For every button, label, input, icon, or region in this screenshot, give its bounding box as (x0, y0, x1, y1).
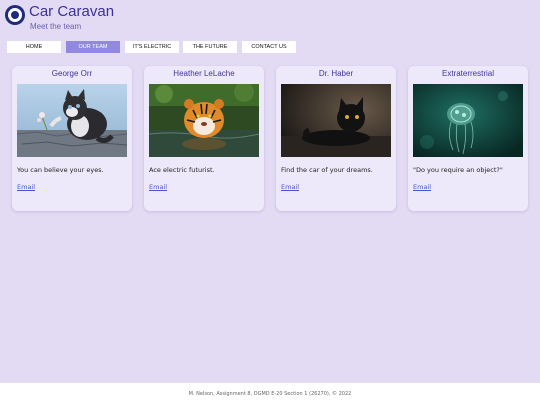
member-name: Dr. Haber (318, 69, 354, 78)
main-nav: HOME OUR TEAM IT'S ELECTRIC THE FUTURE C… (0, 41, 540, 53)
nav-its-electric[interactable]: IT'S ELECTRIC (125, 41, 179, 53)
member-name: Extraterrestrial (441, 69, 494, 78)
black-cat-photo (281, 84, 391, 157)
member-name: George Orr (51, 69, 93, 78)
team-card-heather-lelache: Heather LeLache Ace electric futurist. E… (144, 66, 264, 211)
member-quote: Ace electric futurist. (149, 166, 215, 174)
site-title: Car Caravan (29, 3, 115, 20)
team-card-dr-haber: Dr. Haber Find the car of your dreams. E… (276, 66, 396, 211)
site-footer: M. Nelson, Assignment 8, DGMD E-20 Secti… (0, 383, 540, 405)
team-card-extraterrestrial: Extraterrestrial "Do you require an obje… (408, 66, 528, 211)
nav-our-team[interactable]: OUR TEAM (66, 41, 120, 53)
jellyfish-photo (413, 84, 523, 157)
logo-icon[interactable] (5, 5, 25, 25)
team-card-george-orr: George Orr You can believe your eyes. Em… (12, 66, 132, 211)
nav-home[interactable]: HOME (7, 41, 61, 53)
email-link[interactable]: Email (281, 183, 299, 191)
kitten-photo (17, 84, 127, 157)
email-link[interactable]: Email (413, 183, 431, 191)
nav-the-future[interactable]: THE FUTURE (183, 41, 237, 53)
email-link[interactable]: Email (149, 183, 167, 191)
member-quote: "Do you require an object?" (413, 166, 503, 174)
member-quote: Find the car of your dreams. (281, 166, 373, 174)
member-name: Heather LeLache (173, 69, 235, 78)
site-subtitle: Meet the team (30, 22, 82, 31)
nav-contact-us[interactable]: CONTACT US (242, 41, 296, 53)
tiger-photo (149, 84, 259, 157)
email-link[interactable]: Email (17, 183, 35, 191)
member-quote: You can believe your eyes. (17, 166, 104, 174)
